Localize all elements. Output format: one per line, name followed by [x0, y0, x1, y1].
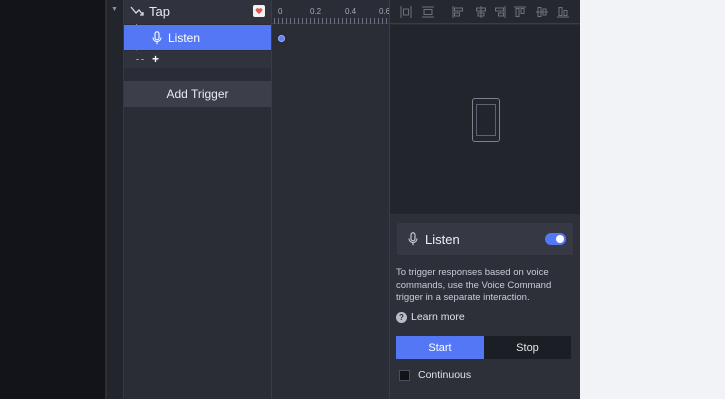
- response-label: Listen: [168, 31, 201, 45]
- tree-connector: [136, 59, 144, 60]
- description-text: To trigger responses based on voice comm…: [396, 267, 552, 303]
- continuous-checkbox[interactable]: [399, 370, 410, 381]
- stop-button[interactable]: Stop: [484, 336, 571, 359]
- device-preview: [390, 25, 580, 214]
- timeline-panel[interactable]: 0 0.2 0.4 0.6: [271, 0, 390, 399]
- add-response-row[interactable]: +: [124, 51, 271, 68]
- align-right-icon[interactable]: [493, 5, 507, 19]
- tree-gutter: ▼: [107, 0, 123, 399]
- distribute-horizontal-icon[interactable]: [421, 5, 435, 19]
- timeline-ruler[interactable]: 0 0.2 0.4 0.6: [272, 0, 390, 24]
- response-title: Listen: [425, 232, 460, 247]
- add-response-button[interactable]: +: [152, 52, 159, 66]
- ruler-ticks: [274, 18, 388, 24]
- tick-label: 0.4: [345, 7, 357, 16]
- distribute-vertical-icon[interactable]: [399, 5, 413, 19]
- microphone-icon: [408, 232, 418, 246]
- listen-properties: Listen To trigger responses based on voi…: [390, 214, 580, 399]
- tick-label: 0.2: [310, 7, 322, 16]
- align-bottom-icon[interactable]: [556, 5, 570, 19]
- collapse-arrow-icon[interactable]: ▼: [111, 6, 118, 13]
- align-toolbar: [390, 0, 580, 24]
- trigger-row-tap[interactable]: Tap: [124, 0, 271, 24]
- response-row-listen[interactable]: Listen: [124, 25, 271, 50]
- phone-icon: [472, 98, 500, 142]
- add-trigger-button[interactable]: Add Trigger: [124, 81, 271, 107]
- heart-tag-icon: [253, 5, 265, 17]
- keyframe-marker[interactable]: [278, 35, 285, 42]
- align-middle-icon[interactable]: [535, 5, 549, 19]
- properties-panel: Listen To trigger responses based on voi…: [390, 0, 580, 399]
- enable-toggle[interactable]: [545, 233, 566, 245]
- trigger-label: Tap: [149, 4, 170, 19]
- canvas-area: [0, 0, 105, 399]
- blank-area: [580, 0, 725, 399]
- align-top-icon[interactable]: [513, 5, 527, 19]
- start-stop-control: Start Stop: [396, 336, 571, 359]
- microphone-icon: [152, 31, 162, 45]
- align-center-icon[interactable]: [474, 5, 488, 19]
- align-left-icon[interactable]: [451, 5, 465, 19]
- interactions-panel: Tap Listen + Add Trigger: [124, 0, 271, 399]
- learn-more-label: Learn more: [411, 311, 465, 323]
- response-header: Listen: [397, 223, 573, 255]
- help-icon: ?: [396, 312, 407, 323]
- tick-label: 0: [278, 7, 283, 16]
- start-button[interactable]: Start: [396, 336, 484, 359]
- tap-gesture-icon: [130, 6, 144, 16]
- continuous-label: Continuous: [418, 369, 472, 381]
